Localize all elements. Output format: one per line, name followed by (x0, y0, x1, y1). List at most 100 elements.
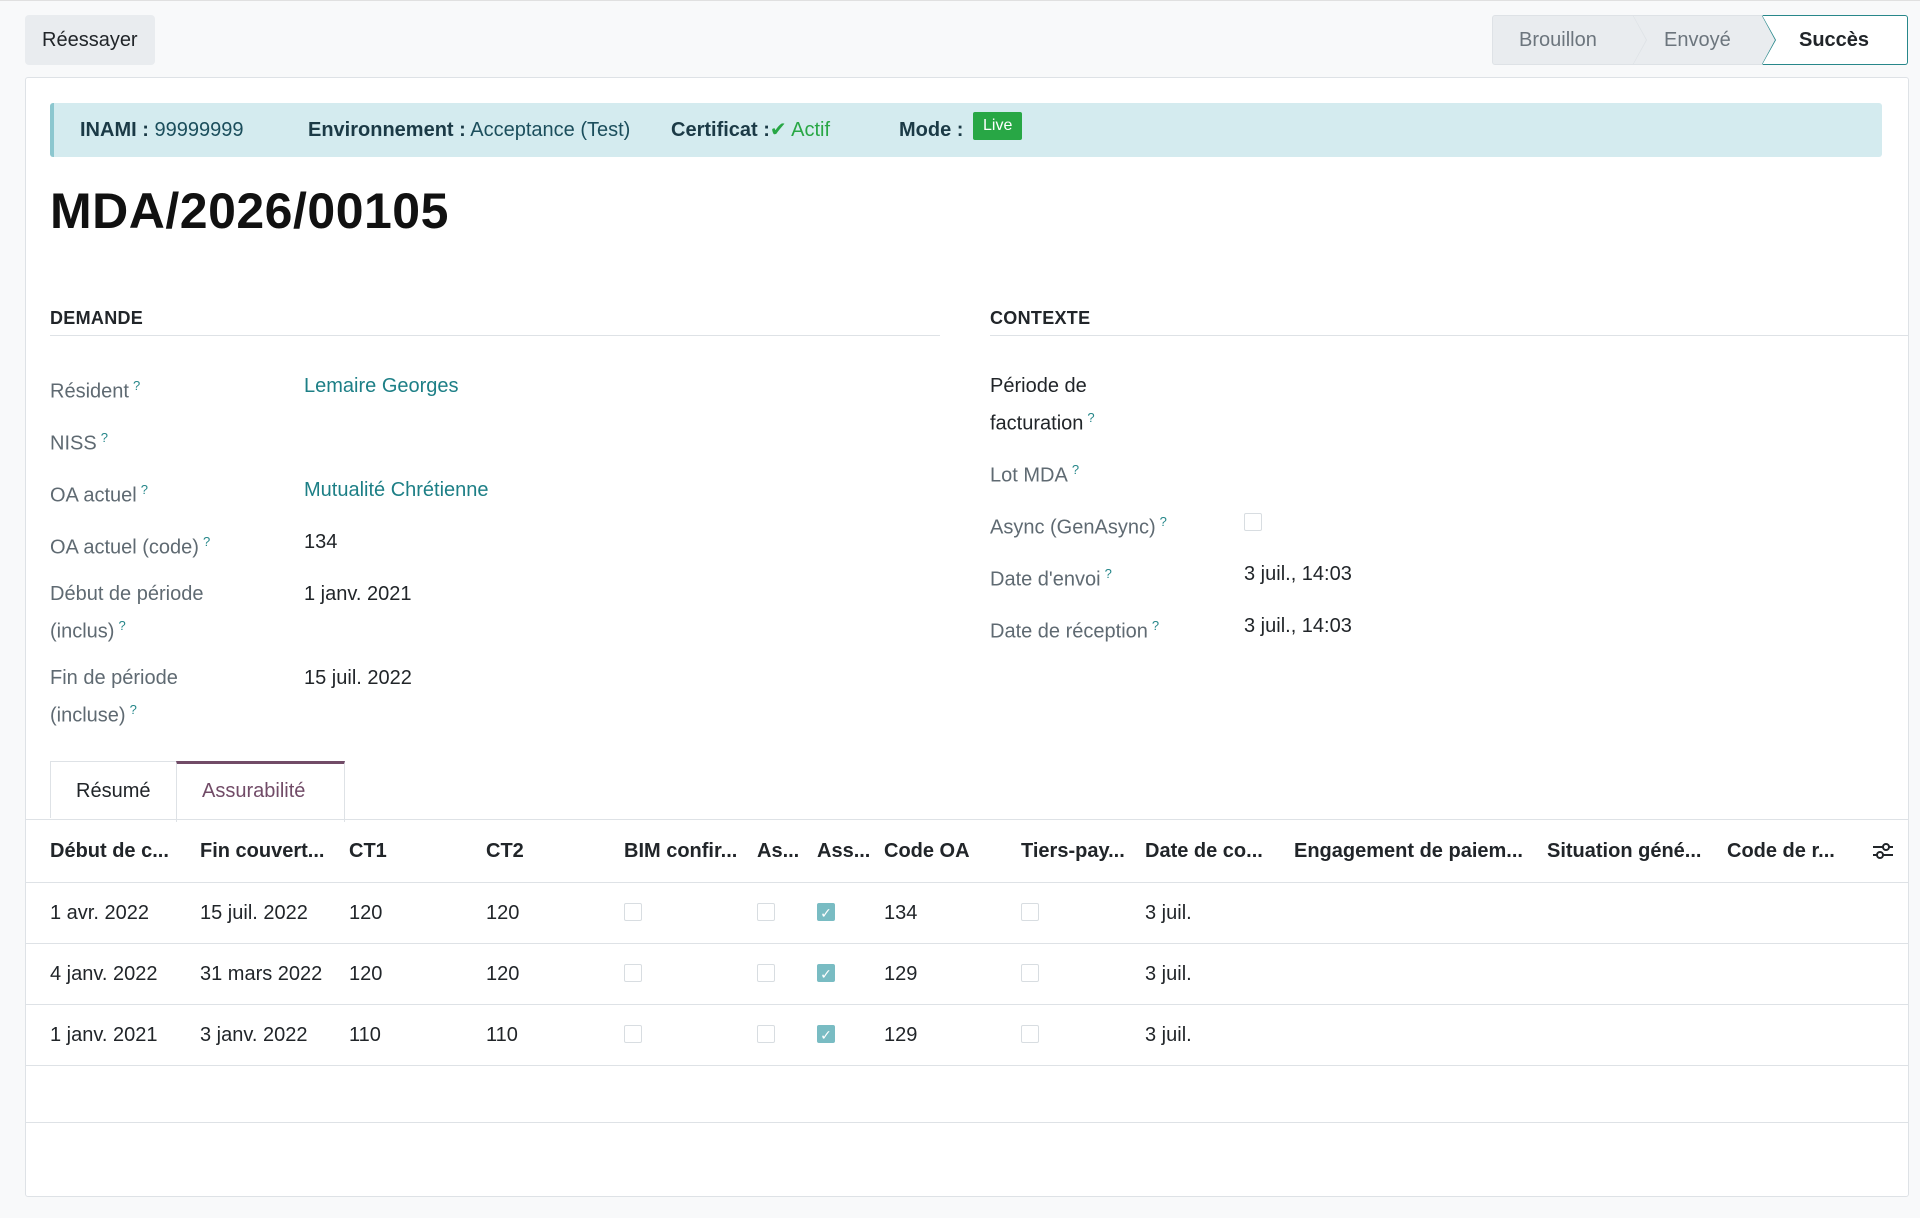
cell-fin: 31 mars 2022 (200, 944, 322, 1004)
cell-ct1: 120 (349, 883, 382, 943)
fin-label: Fin de période(incluse)? (50, 662, 178, 732)
cell-tiers-checkbox[interactable] (1021, 883, 1039, 943)
mode-label: Mode : (899, 119, 963, 141)
demande-heading: DEMANDE (50, 308, 940, 336)
cell-code-oa: 134 (884, 883, 917, 943)
status-bar: Brouillon Envoyé Succès (1492, 15, 1908, 65)
cell-date: 3 juil. (1145, 1005, 1192, 1065)
help-icon: ? (118, 618, 125, 633)
page-title: MDA/2026/00105 (50, 182, 449, 240)
envoi-label: Date d'envoi? (990, 558, 1112, 596)
assurabilite-table: Début de c... Fin couvert... CT1 CT2 BIM… (26, 819, 1908, 1123)
table-row[interactable]: 4 janv. 2022 31 mars 2022 120 120 ✓ 129 … (26, 944, 1908, 1005)
inami-label: INAMI : (80, 119, 149, 141)
col-fin[interactable]: Fin couvert... (200, 820, 324, 882)
help-icon: ? (130, 702, 137, 717)
oa-code-label: OA actuel (code)? (50, 526, 210, 564)
oa-code-value: 134 (304, 526, 337, 558)
cert-info: Certificat :✔ Actif (671, 103, 830, 157)
cell-tiers-checkbox[interactable] (1021, 944, 1039, 1004)
oa-label: OA actuel? (50, 474, 148, 512)
env-value: Acceptance (Test) (470, 119, 630, 141)
cell-fin: 15 juil. 2022 (200, 883, 308, 943)
resident-label: Résident? (50, 370, 140, 408)
cell-date: 3 juil. (1145, 944, 1192, 1004)
help-icon: ? (1087, 410, 1094, 425)
col-tiers[interactable]: Tiers-pay... (1021, 820, 1125, 882)
form-sheet: INAMI : 99999999 Environnement : Accepta… (25, 77, 1909, 1197)
cell-ct1: 110 (349, 1005, 381, 1065)
cert-value: Actif (791, 119, 830, 141)
tab-resume[interactable]: Résumé (50, 761, 177, 818)
cell-ct2: 110 (486, 1005, 518, 1065)
table-row[interactable]: 1 avr. 2022 15 juil. 2022 120 120 ✓ 134 … (26, 883, 1908, 944)
cell-ass-checkbox[interactable]: ✓ (817, 883, 835, 943)
env-label: Environnement : (308, 119, 466, 141)
debut-label: Début de période(inclus)? (50, 578, 203, 648)
lot-label: Lot MDA? (990, 454, 1079, 492)
cell-debut: 1 janv. 2021 (50, 1005, 158, 1065)
stage-success[interactable]: Succès (1763, 15, 1908, 65)
inami-info: INAMI : 99999999 (80, 103, 243, 157)
col-code-oa[interactable]: Code OA (884, 820, 970, 882)
cell-ct2: 120 (486, 883, 519, 943)
debut-value: 1 janv. 2021 (304, 578, 412, 610)
col-code-r[interactable]: Code de r... (1727, 820, 1835, 882)
tab-assurabilite[interactable]: Assurabilité (176, 761, 345, 822)
col-engagement[interactable]: Engagement de paiem... (1294, 820, 1523, 882)
col-as[interactable]: As... (757, 820, 799, 882)
col-ct2[interactable]: CT2 (486, 820, 524, 882)
periode-label: Période defacturation? (990, 370, 1095, 440)
help-icon: ? (141, 482, 148, 497)
help-icon: ? (1152, 618, 1159, 633)
cell-bim-checkbox[interactable] (624, 1005, 642, 1065)
fin-value: 15 juil. 2022 (304, 662, 412, 694)
cell-tiers-checkbox[interactable] (1021, 1005, 1039, 1065)
help-icon: ? (203, 534, 210, 549)
col-situation[interactable]: Situation géné... (1547, 820, 1701, 882)
info-banner: INAMI : 99999999 Environnement : Accepta… (50, 103, 1882, 157)
cell-ass-checkbox[interactable]: ✓ (817, 944, 835, 1004)
cell-bim-checkbox[interactable] (624, 883, 642, 943)
cell-fin: 3 janv. 2022 (200, 1005, 308, 1065)
oa-value[interactable]: Mutualité Chrétienne (304, 474, 489, 506)
column-settings-icon[interactable] (1872, 840, 1894, 862)
inami-value: 99999999 (154, 119, 243, 141)
resident-value[interactable]: Lemaire Georges (304, 370, 459, 402)
stage-sent[interactable]: Envoyé (1634, 15, 1763, 65)
cell-as-checkbox[interactable] (757, 944, 775, 1004)
niss-label: NISS? (50, 422, 108, 460)
async-checkbox[interactable] (1244, 513, 1262, 536)
cell-debut: 1 avr. 2022 (50, 883, 149, 943)
cell-code-oa: 129 (884, 1005, 917, 1065)
help-icon: ? (133, 378, 140, 393)
col-date[interactable]: Date de co... (1145, 820, 1263, 882)
live-badge: Live (973, 112, 1022, 140)
check-icon: ✔ (770, 119, 787, 141)
mode-info: Mode : Live (899, 103, 1022, 157)
stage-label: Envoyé (1664, 29, 1731, 51)
cell-date: 3 juil. (1145, 883, 1192, 943)
stage-label: Brouillon (1519, 29, 1597, 51)
col-ct1[interactable]: CT1 (349, 820, 387, 882)
cell-as-checkbox[interactable] (757, 1005, 775, 1065)
help-icon: ? (1072, 462, 1079, 477)
help-icon: ? (1105, 566, 1112, 581)
cell-bim-checkbox[interactable] (624, 944, 642, 1004)
col-bim[interactable]: BIM confir... (624, 820, 737, 882)
cell-ass-checkbox[interactable]: ✓ (817, 1005, 835, 1065)
col-ass[interactable]: Ass... (817, 820, 870, 882)
table-footer (26, 1066, 1908, 1123)
envoi-value: 3 juil., 14:03 (1244, 558, 1352, 590)
help-icon: ? (1160, 514, 1167, 529)
cell-ct1: 120 (349, 944, 382, 1004)
col-debut[interactable]: Début de c... (50, 820, 169, 882)
async-label: Async (GenAsync)? (990, 506, 1167, 544)
table-row[interactable]: 1 janv. 2021 3 janv. 2022 110 110 ✓ 129 … (26, 1005, 1908, 1066)
retry-button[interactable]: Réessayer (25, 15, 155, 65)
stage-draft[interactable]: Brouillon (1492, 15, 1634, 65)
control-panel: Réessayer Brouillon Envoyé Succès (0, 0, 1920, 77)
cell-debut: 4 janv. 2022 (50, 944, 158, 1004)
cell-ct2: 120 (486, 944, 519, 1004)
cell-as-checkbox[interactable] (757, 883, 775, 943)
